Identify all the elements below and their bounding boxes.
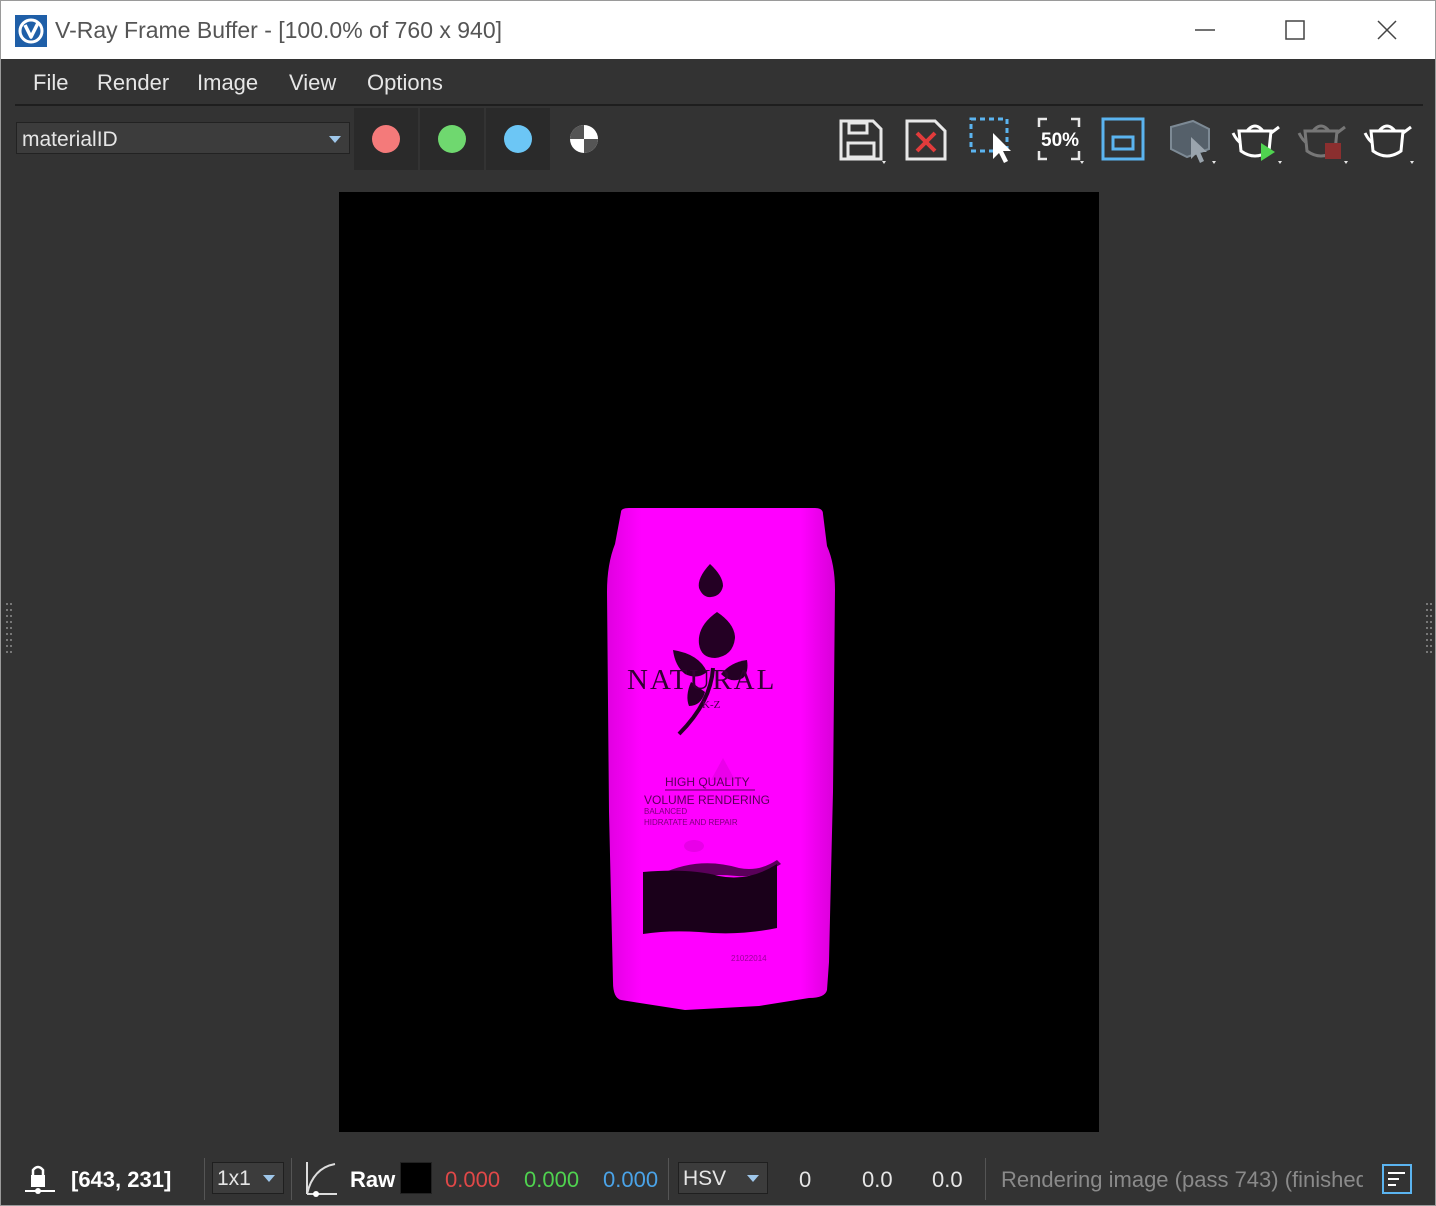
label-line3: BALANCED [644, 807, 687, 816]
value-value: 0.0 [932, 1167, 963, 1192]
channel-select-value: materialID [22, 128, 118, 151]
label-code: 21022014 [731, 954, 767, 963]
sample-size-value: 1x1 [217, 1167, 251, 1190]
show-frame-button[interactable] [1097, 111, 1155, 169]
render-icon [1363, 124, 1414, 164]
blue-channel-button[interactable] [486, 108, 550, 170]
channel-select[interactable]: materialID [16, 122, 350, 154]
chevron-down-icon [329, 136, 341, 143]
status-divider [668, 1158, 669, 1200]
brand-subtext: K-Z [702, 699, 721, 711]
region-render-button[interactable] [965, 111, 1023, 169]
alpha-channel-button[interactable] [554, 109, 614, 169]
raw-label: Raw [350, 1167, 396, 1192]
cursor-coords: [643, 231] [71, 1167, 172, 1192]
window-title: V-Ray Frame Buffer - [100.0% of 760 x 94… [55, 17, 503, 43]
green-value: 0.000 [524, 1167, 580, 1192]
label-line2: VOLUME RENDERING [644, 793, 770, 807]
right-panel-grip[interactable] [1425, 601, 1433, 661]
pixel-color-swatch [400, 1162, 432, 1194]
brand-text: NATURAL [627, 664, 776, 696]
close-icon [1377, 20, 1397, 40]
clear-image-icon [905, 119, 947, 161]
status-divider [204, 1158, 205, 1200]
menu-image[interactable]: Image [197, 70, 258, 96]
status-bar: [643, 231] 1x1 Raw 0.000 0.000 0.000 HSV… [1, 1153, 1435, 1205]
green-dot-icon [438, 125, 466, 153]
color-mode-select[interactable]: HSV [678, 1162, 768, 1194]
hue-value: 0 [799, 1167, 812, 1192]
frame-icon [1101, 117, 1145, 161]
menu-divider [15, 104, 1423, 106]
menu-view[interactable]: View [289, 70, 336, 96]
color-mode-value: HSV [683, 1167, 727, 1190]
start-render-icon [1231, 124, 1282, 164]
saturation-value: 0.0 [862, 1167, 893, 1192]
render-button[interactable] [1361, 111, 1419, 169]
chevron-down-icon [263, 1175, 275, 1182]
save-image-button[interactable] [833, 111, 891, 169]
clear-image-button[interactable] [899, 111, 957, 169]
render-status-message: Rendering image (pass 743) (finished [1001, 1167, 1363, 1192]
red-value: 0.000 [445, 1167, 501, 1192]
vray-logo-icon [15, 15, 47, 47]
menu-options[interactable]: Options [367, 70, 443, 96]
stop-render-icon [1297, 124, 1348, 164]
maximize-icon [1285, 20, 1305, 40]
render-viewport[interactable]: NATURAL K-Z HIGH QUALITY VOLUME RENDERIN… [339, 192, 1099, 1132]
maximize-button[interactable] [1251, 1, 1343, 59]
left-panel-grip[interactable] [5, 601, 13, 661]
label-line4: HIDRATATE AND REPAIR [644, 818, 738, 827]
zoom-50-icon: 50% [1037, 117, 1084, 164]
label-window [643, 864, 777, 934]
red-dot-icon [372, 125, 400, 153]
rendered-image: NATURAL K-Z HIGH QUALITY VOLUME RENDERIN… [607, 508, 835, 1010]
chevron-down-icon [747, 1175, 759, 1182]
blue-dot-icon [504, 125, 532, 153]
zoom-50-button[interactable]: 50% [1031, 111, 1089, 169]
status-divider [291, 1158, 292, 1200]
close-button[interactable] [1343, 1, 1435, 59]
red-channel-button[interactable] [354, 108, 418, 170]
title-bar: V-Ray Frame Buffer - [100.0% of 760 x 94… [1, 1, 1435, 59]
stop-render-button[interactable] [1295, 111, 1353, 169]
minimize-button[interactable] [1159, 1, 1251, 59]
status-divider [985, 1158, 986, 1200]
zoom-label: 50% [1041, 130, 1079, 151]
start-render-button[interactable] [1229, 111, 1287, 169]
menu-bar: File Render Image View Options [1, 59, 1435, 105]
interactive-render-button[interactable] [1163, 111, 1221, 169]
sample-size-select[interactable]: 1x1 [212, 1162, 284, 1194]
green-channel-button[interactable] [420, 108, 484, 170]
minimize-icon [1195, 29, 1215, 31]
interactive-render-icon [1170, 119, 1216, 164]
log-panel-icon[interactable] [1381, 1163, 1413, 1195]
save-icon [839, 119, 886, 164]
curve-icon[interactable] [303, 1160, 339, 1198]
drop-mark [684, 840, 704, 852]
label-line1: HIGH QUALITY [665, 775, 750, 789]
menu-file[interactable]: File [33, 70, 68, 96]
menu-render[interactable]: Render [97, 70, 169, 96]
blue-value: 0.000 [603, 1167, 659, 1192]
lock-icon[interactable] [23, 1161, 57, 1197]
vfb-window: V-Ray Frame Buffer - [100.0% of 760 x 94… [0, 0, 1436, 1206]
region-render-icon [969, 117, 1011, 163]
alpha-channel-icon [570, 125, 598, 153]
